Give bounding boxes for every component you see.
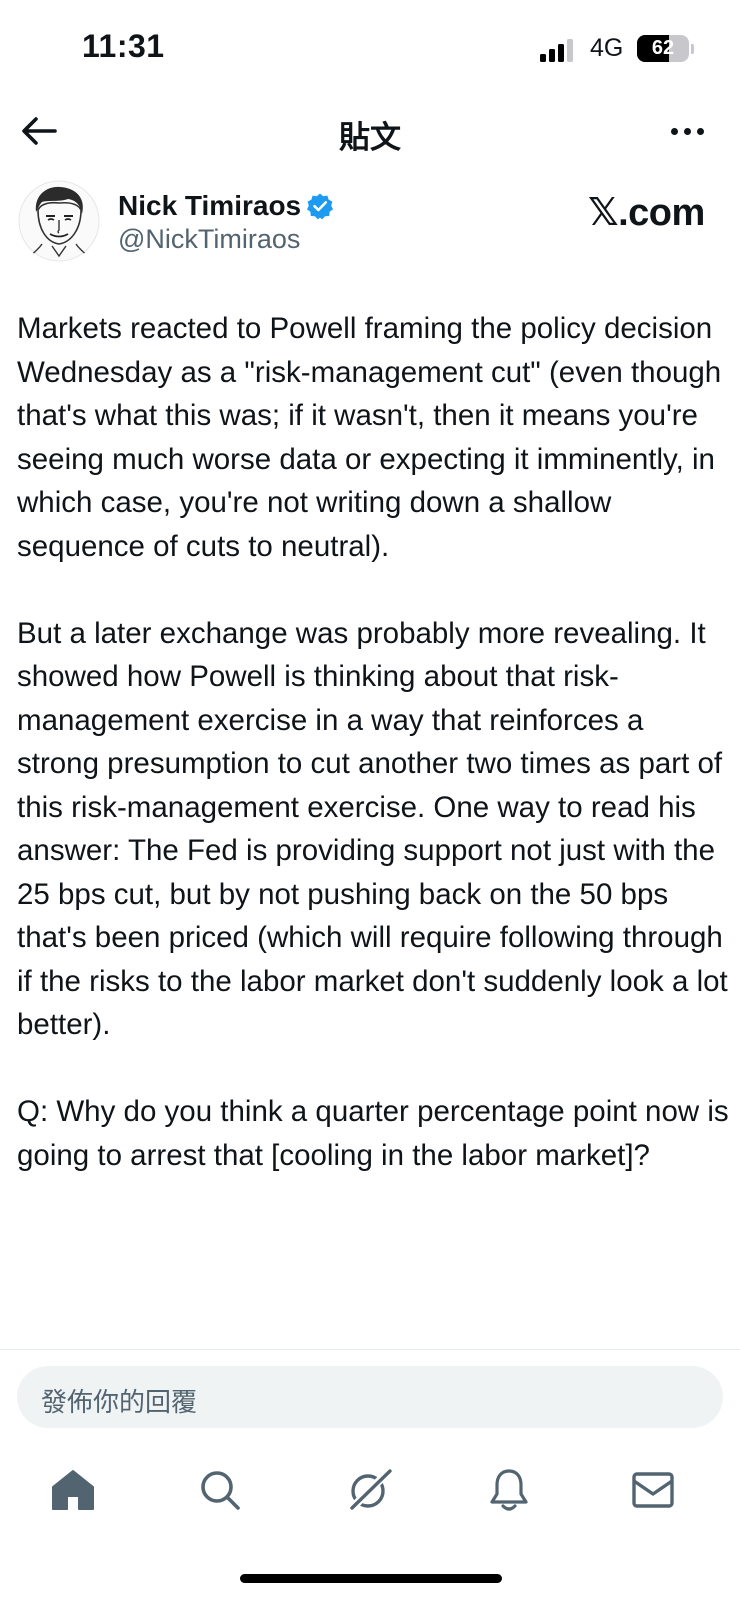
avatar-sketch-icon: [18, 180, 100, 262]
tab-home[interactable]: [43, 1460, 103, 1520]
more-dot: [696, 127, 704, 135]
home-indicator: [240, 1574, 502, 1583]
tweet-text: Markets reacted to Powell framing the po…: [17, 307, 729, 1177]
verified-badge-icon: [307, 193, 333, 220]
avatar[interactable]: [18, 180, 100, 262]
tab-grok[interactable]: [340, 1460, 400, 1520]
tab-search[interactable]: [190, 1460, 250, 1520]
home-icon: [52, 1470, 94, 1510]
page-title: 貼文: [339, 120, 401, 156]
tab-messages[interactable]: [623, 1460, 683, 1520]
divider: [0, 1349, 740, 1350]
x-logo: 𝕏.com: [588, 192, 705, 234]
tweet-paragraph: Markets reacted to Powell framing the po…: [17, 312, 722, 563]
battery-level: 62: [651, 37, 675, 59]
tab-notifications[interactable]: [479, 1460, 539, 1520]
cellular-signal-icon: [540, 38, 576, 62]
author-handle[interactable]: @NickTimiraos: [118, 224, 300, 255]
network-type: 4G: [590, 34, 624, 62]
battery-icon: 62: [637, 35, 689, 62]
status-bar: 11:31 4G 62: [0, 0, 740, 100]
more-dot: [683, 127, 691, 135]
author-name[interactable]: Nick Timiraos: [118, 190, 301, 222]
reply-placeholder: 發佈你的回覆: [41, 1388, 198, 1418]
mail-icon: [632, 1472, 674, 1508]
more-dot: [670, 127, 678, 135]
search-icon: [201, 1471, 240, 1510]
tweet-paragraph: Q: Why do you think a quarter percentage…: [17, 1095, 729, 1172]
status-time: 11:31: [82, 28, 165, 64]
bell-icon: [490, 1469, 528, 1511]
top-navigation: 貼文: [0, 100, 740, 162]
bottom-tab-bar: [0, 1460, 740, 1520]
reply-input[interactable]: 發佈你的回覆: [17, 1366, 723, 1428]
grok-icon: [347, 1467, 393, 1513]
more-options-button[interactable]: [664, 108, 710, 154]
tweet-author: Nick Timiraos @NickTimiraos 𝕏.com: [0, 178, 740, 268]
tweet-paragraph: But a later exchange was probably more r…: [17, 616, 728, 1042]
